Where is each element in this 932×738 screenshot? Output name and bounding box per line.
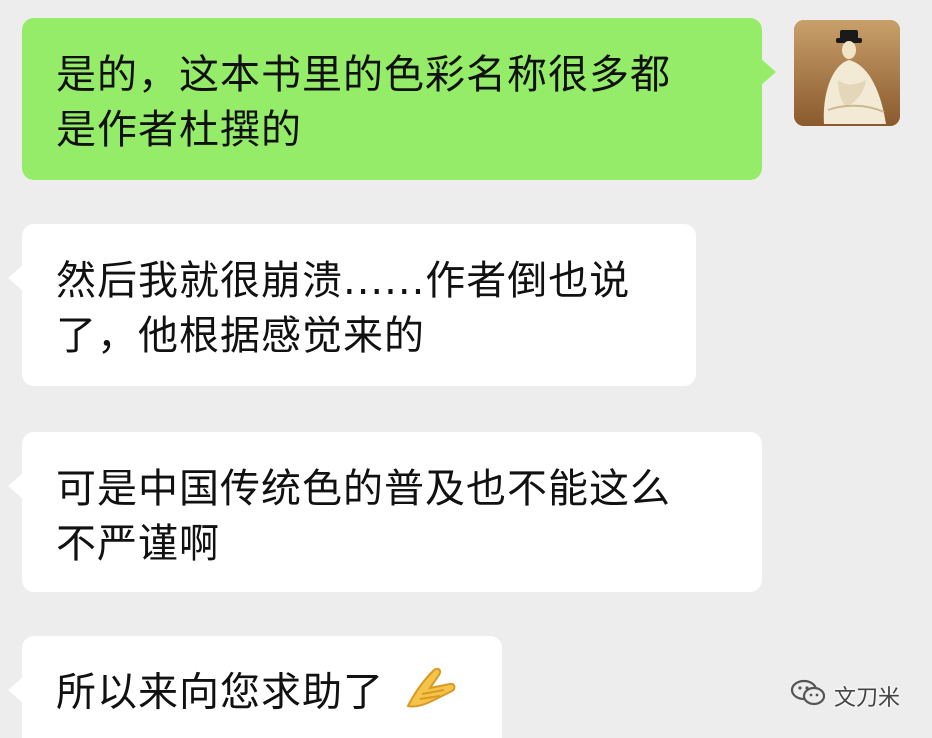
wechat-official-account-icon [790, 678, 826, 714]
message-text-row: 所以来向您求助了 [56, 664, 468, 725]
message-bubble-received[interactable]: 可是中国传统色的普及也不能这么 不严谨啊 [8, 432, 762, 592]
user-avatar[interactable] [794, 20, 900, 126]
message-text-line: 不严谨啊 [56, 521, 220, 567]
chat-window: 是的，这本书里的色彩名称很多都 是作者杜撰的 然后我就很崩溃......作者倒也… [0, 0, 932, 738]
message-text-line: 所以来向您求助了 [56, 669, 384, 716]
watermark: 文刀米 [790, 676, 900, 716]
message-text-line: 然后我就很崩溃......作者倒也说 [56, 258, 631, 304]
watermark-text: 文刀米 [834, 686, 901, 711]
message-text-line: 是的，这本书里的色彩名称很多都 [56, 52, 671, 98]
message-bubble-sent[interactable]: 是的，这本书里的色彩名称很多都 是作者杜撰的 [22, 18, 776, 180]
message-bubble-received[interactable]: 所以来向您求助了 [8, 636, 502, 738]
message-text-line: 了，他根据感觉来的 [56, 313, 425, 359]
message-bubble-received[interactable]: 然后我就很崩溃......作者倒也说 了，他根据感觉来的 [8, 224, 696, 386]
portrait-image [794, 20, 900, 126]
message-text-line: 可是中国传统色的普及也不能这么 [56, 466, 671, 512]
folded-hands-icon [404, 664, 456, 725]
message-text-line: 是作者杜撰的 [56, 107, 302, 153]
